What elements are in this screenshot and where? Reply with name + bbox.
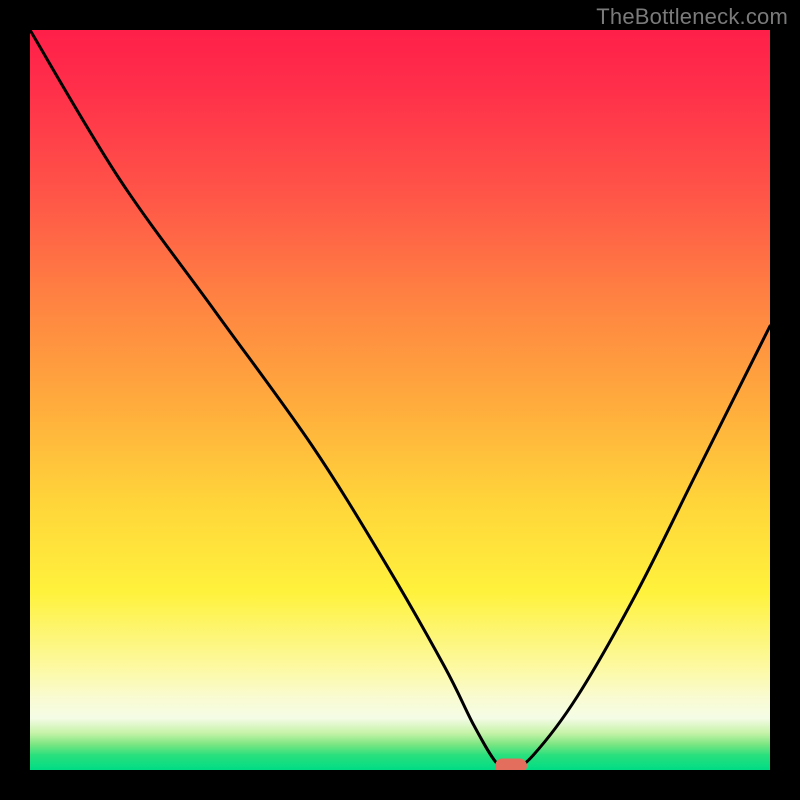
bottleneck-curve	[30, 30, 770, 770]
attribution-label: TheBottleneck.com	[596, 4, 788, 30]
bottleneck-chart: TheBottleneck.com	[0, 0, 800, 800]
plot-area	[30, 30, 770, 770]
curve-path	[30, 30, 770, 770]
minimum-marker	[495, 759, 527, 771]
